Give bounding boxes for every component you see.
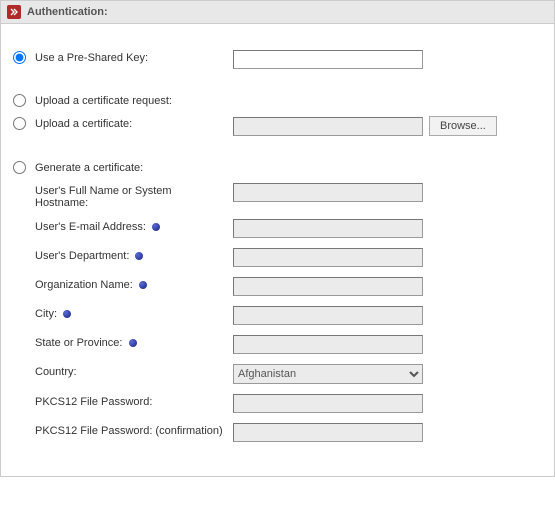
section-header: Authentication: xyxy=(0,0,555,24)
authentication-panel: Use a Pre-Shared Key: Upload a certifica… xyxy=(0,24,555,477)
info-icon[interactable] xyxy=(63,310,71,318)
department-label: User's Department: xyxy=(13,248,233,262)
department-row: User's Department: xyxy=(13,248,542,267)
info-icon[interactable] xyxy=(152,223,160,231)
email-row: User's E-mail Address: xyxy=(13,219,542,238)
info-icon[interactable] xyxy=(129,339,137,347)
upload-cert-label: Upload a certificate: xyxy=(35,116,233,130)
email-label-text: User's E-mail Address: xyxy=(35,221,146,233)
upload-request-label: Upload a certificate request: xyxy=(35,93,233,107)
option-psk-row: Use a Pre-Shared Key: xyxy=(13,50,542,69)
state-input[interactable] xyxy=(233,335,423,354)
email-input[interactable] xyxy=(233,219,423,238)
country-select[interactable]: Afghanistan xyxy=(233,364,423,384)
pkcs12-pw-confirm-input[interactable] xyxy=(233,423,423,442)
info-icon[interactable] xyxy=(135,252,143,260)
option-generate-row: Generate a certificate: xyxy=(13,160,542,177)
state-label: State or Province: xyxy=(13,335,233,349)
pkcs12-pw-row: PKCS12 File Password: xyxy=(13,394,542,413)
country-row: Country: Afghanistan xyxy=(13,364,542,384)
radio-upload-request[interactable] xyxy=(13,94,26,107)
psk-input[interactable] xyxy=(233,50,423,69)
full-name-input[interactable] xyxy=(233,183,423,202)
email-label: User's E-mail Address: xyxy=(13,219,233,233)
org-label: Organization Name: xyxy=(13,277,233,291)
option-upload-request-row: Upload a certificate request: xyxy=(13,93,542,110)
state-label-text: State or Province: xyxy=(35,337,122,349)
info-icon[interactable] xyxy=(139,281,147,289)
org-row: Organization Name: xyxy=(13,277,542,296)
full-name-label: User's Full Name or System Hostname: xyxy=(13,183,233,209)
city-row: City: xyxy=(13,306,542,325)
country-label: Country: xyxy=(13,364,233,378)
radio-upload-cert[interactable] xyxy=(13,117,26,130)
expand-icon[interactable] xyxy=(7,5,21,19)
city-label: City: xyxy=(13,306,233,320)
radio-psk[interactable] xyxy=(13,51,26,64)
browse-button[interactable]: Browse... xyxy=(429,116,497,136)
pkcs12-pw-confirm-row: PKCS12 File Password: (confirmation) xyxy=(13,423,542,442)
city-input[interactable] xyxy=(233,306,423,325)
department-input[interactable] xyxy=(233,248,423,267)
department-label-text: User's Department: xyxy=(35,250,129,262)
upload-cert-path-input[interactable] xyxy=(233,117,423,136)
radio-generate[interactable] xyxy=(13,161,26,174)
full-name-row: User's Full Name or System Hostname: xyxy=(13,183,542,209)
pkcs12-pw-confirm-label: PKCS12 File Password: (confirmation) xyxy=(13,423,233,437)
option-upload-cert-row: Upload a certificate: Browse... xyxy=(13,116,542,136)
section-title: Authentication: xyxy=(27,6,108,18)
pkcs12-pw-label: PKCS12 File Password: xyxy=(13,394,233,408)
pkcs12-pw-input[interactable] xyxy=(233,394,423,413)
generate-label: Generate a certificate: xyxy=(35,160,233,174)
org-label-text: Organization Name: xyxy=(35,279,133,291)
psk-label: Use a Pre-Shared Key: xyxy=(35,50,233,64)
org-input[interactable] xyxy=(233,277,423,296)
state-row: State or Province: xyxy=(13,335,542,354)
city-label-text: City: xyxy=(35,308,57,320)
